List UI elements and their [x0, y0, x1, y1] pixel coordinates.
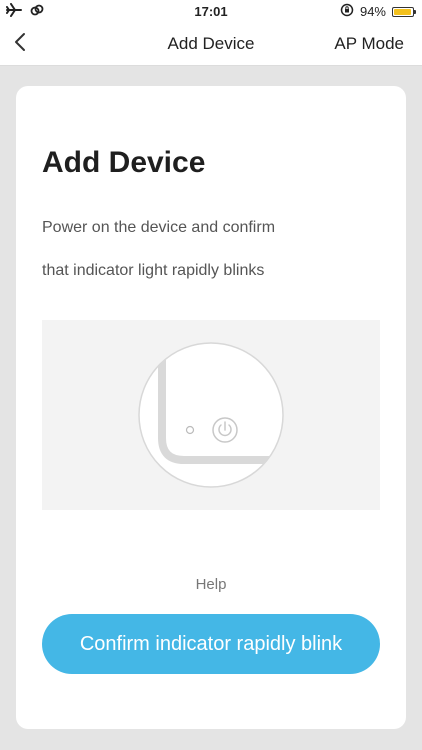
card-title: Add Device [42, 146, 206, 179]
battery-level [394, 8, 411, 15]
ap-mode-button[interactable]: AP Mode [334, 34, 404, 54]
help-link[interactable]: Help [16, 576, 406, 593]
device-illustration-graphic [138, 342, 284, 488]
instruction-line-2: that indicator light rapidly blinks [42, 262, 265, 279]
status-bar: 17:01 94% [0, 0, 422, 22]
nav-bar: Add Device AP Mode [0, 22, 422, 66]
battery-icon [392, 6, 416, 17]
device-illustration [42, 320, 380, 510]
confirm-blink-button[interactable]: Confirm indicator rapidly blink [42, 614, 380, 674]
add-device-card: Add Device Power on the device and confi… [16, 86, 406, 729]
rotation-lock-icon [340, 3, 354, 20]
status-right-icons: 94% [340, 3, 416, 20]
instruction-text: Power on the device and confirm that ind… [42, 206, 382, 292]
instruction-line-1: Power on the device and confirm [42, 219, 276, 236]
battery-percentage: 94% [359, 4, 386, 19]
